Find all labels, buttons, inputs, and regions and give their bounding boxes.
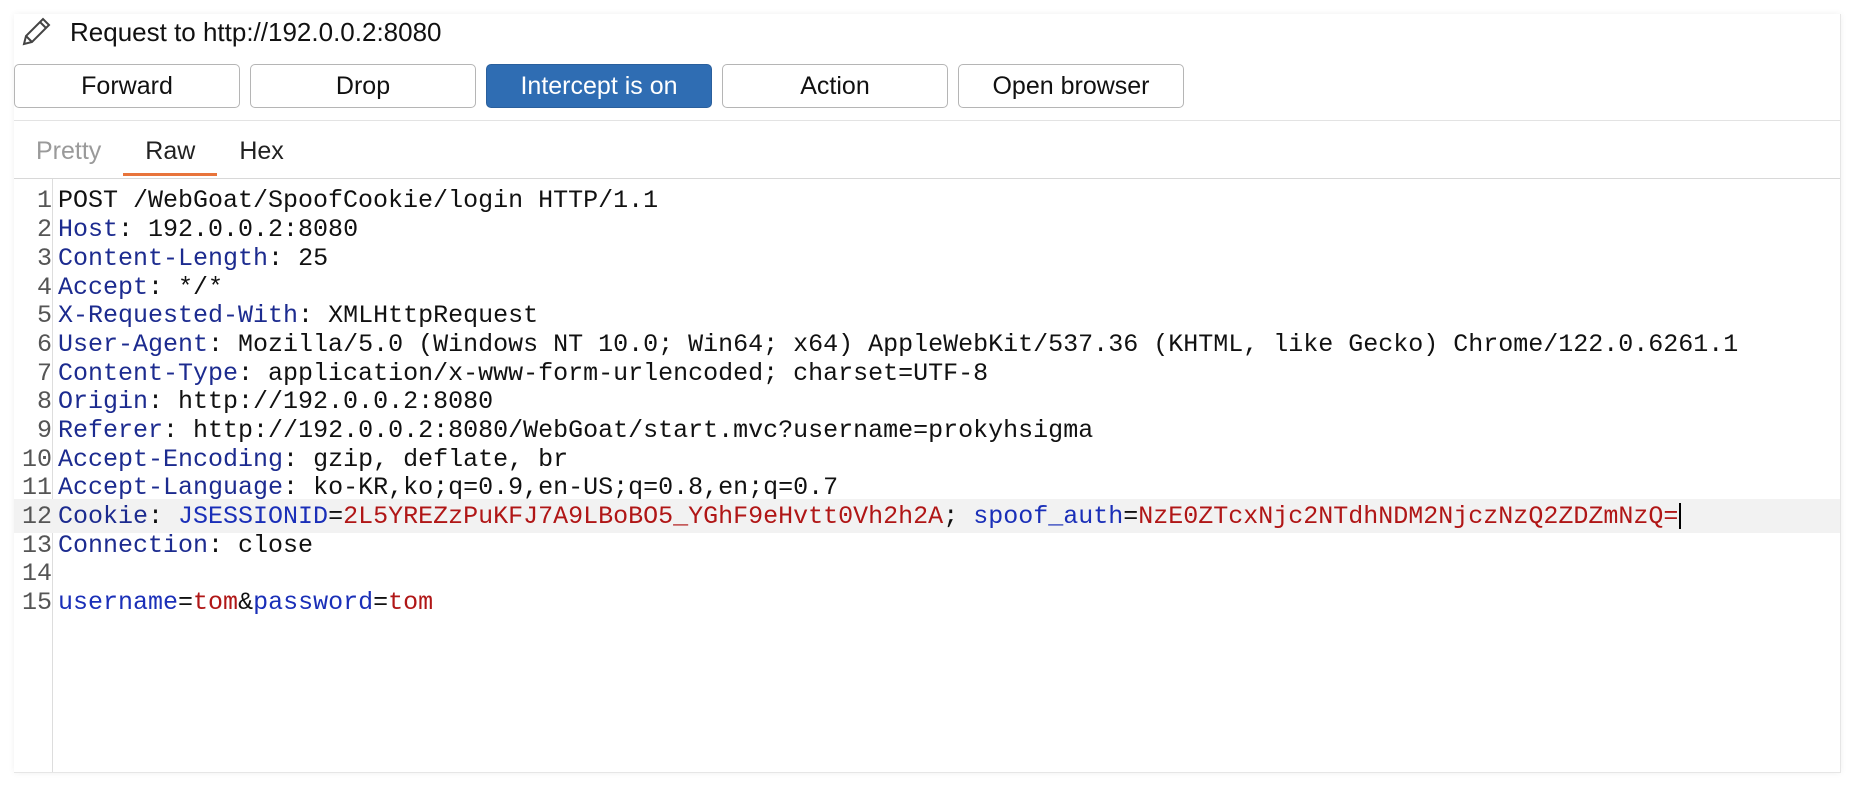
pencil-icon	[16, 14, 56, 50]
line-number: 1	[36, 185, 52, 215]
header-name: Accept-Language	[58, 472, 284, 502]
header-value: 25	[298, 243, 329, 273]
code-line: 15 username=tom&password=tom	[14, 585, 1840, 619]
divider	[14, 120, 1840, 121]
tab-raw[interactable]: Raw	[123, 126, 218, 176]
header-name: Content-Length	[58, 243, 269, 273]
title-bar: Request to http://192.0.0.2:8080	[14, 14, 1840, 50]
param-key: password	[253, 587, 374, 617]
raw-request-editor[interactable]: 1 POST /WebGoat/SpoofCookie/login HTTP/1…	[14, 179, 1840, 772]
header-value: Mozilla/5.0 (Windows NT 10.0; Win64; x64…	[238, 329, 1739, 359]
header-value: http://192.0.0.2:8080/WebGoat/start.mvc?…	[193, 415, 1094, 445]
request-line: POST /WebGoat/SpoofCookie/login HTTP/1.1	[58, 185, 659, 215]
line-number: 5	[36, 300, 52, 330]
cookie-key: JSESSIONID	[178, 501, 329, 531]
intercept-toggle-button[interactable]: Intercept is on	[486, 64, 712, 108]
line-number: 14	[21, 558, 52, 588]
drop-button[interactable]: Drop	[250, 64, 476, 108]
line-number: 9	[36, 415, 52, 445]
toolbar: Forward Drop Intercept is on Action Open…	[14, 64, 1184, 110]
cookie-value: NzE0ZTcxNjc2NTdhNDM2NjczNzQ2ZDZmNzQ=	[1138, 501, 1679, 531]
open-browser-button[interactable]: Open browser	[958, 64, 1184, 108]
line-number: 12	[21, 501, 52, 531]
request-title: Request to http://192.0.0.2:8080	[70, 16, 442, 47]
header-name: Cookie	[58, 501, 149, 531]
text-caret	[1679, 502, 1682, 529]
cookie-value: 2L5YREZzPuKFJ7A9LBoBO5_YGhF9eHvtt0Vh2h2A	[343, 501, 944, 531]
action-button[interactable]: Action	[722, 64, 948, 108]
param-key: username	[58, 587, 179, 617]
line-number: 11	[21, 472, 52, 502]
header-value: XMLHttpRequest	[328, 300, 539, 330]
header-name: X-Requested-With	[58, 300, 299, 330]
line-number: 8	[36, 386, 52, 416]
header-name: Referer	[58, 415, 164, 445]
cookie-key: spoof_auth	[973, 501, 1124, 531]
param-value: tom	[388, 587, 434, 617]
param-value: tom	[193, 587, 239, 617]
header-value: http://192.0.0.2:8080	[178, 386, 494, 416]
intercept-panel: Request to http://192.0.0.2:8080 Forward…	[14, 14, 1841, 773]
header-name: Host	[58, 214, 119, 244]
line-number: 6	[36, 329, 52, 359]
line-number: 15	[21, 587, 52, 617]
line-number: 2	[36, 214, 52, 244]
tab-hex[interactable]: Hex	[217, 126, 305, 176]
line-number: 3	[36, 243, 52, 273]
header-value: 192.0.0.2:8080	[148, 214, 359, 244]
header-name: User-Agent	[58, 329, 209, 359]
forward-button[interactable]: Forward	[14, 64, 240, 108]
header-name: Origin	[58, 386, 149, 416]
tab-pretty[interactable]: Pretty	[14, 126, 123, 176]
header-value: ko-KR,ko;q=0.9,en-US;q=0.8,en;q=0.7	[313, 472, 839, 502]
view-tabs: Pretty Raw Hex	[14, 126, 1840, 176]
